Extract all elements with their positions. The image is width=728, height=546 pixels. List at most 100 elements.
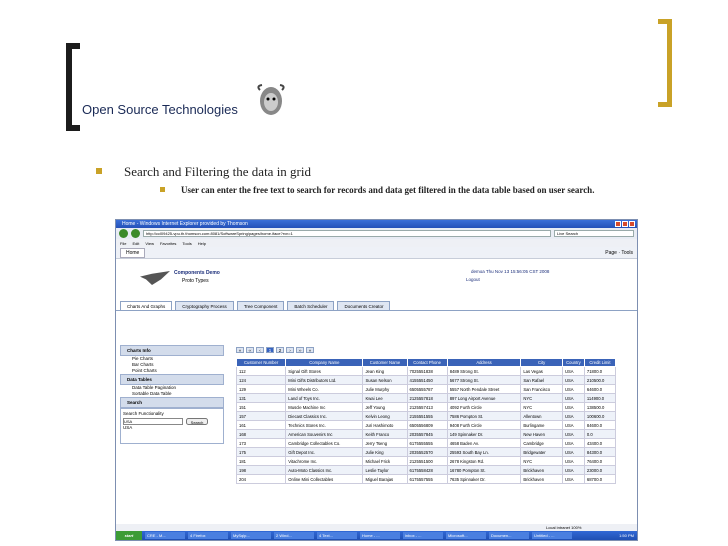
next-page-button[interactable]: › (286, 347, 294, 353)
table-cell: American Souvenirs Inc (285, 429, 364, 439)
table-cell: 5557 North Pendale Street (446, 384, 522, 394)
table-cell: 64600.0 (583, 384, 617, 394)
table-cell: 100600.0 (583, 411, 617, 421)
table-cell: 43400.0 (583, 438, 617, 448)
tab-documents-creator[interactable]: Documents Creator (337, 301, 391, 310)
taskbar-item[interactable]: Untitled - ... (532, 532, 572, 539)
search-input[interactable] (123, 418, 183, 425)
app-tabs: Charts And Graphs Cryptography Process T… (116, 301, 637, 311)
table-cell: Brickhaven (520, 465, 563, 475)
zoom-level[interactable]: 100% (571, 525, 581, 530)
menu-bar: File Edit View Favorites Tools Help (116, 239, 637, 247)
search-header[interactable]: Search (120, 397, 224, 408)
fast-forward-button[interactable]: ›› (296, 347, 304, 353)
left-bracket-decoration (66, 43, 80, 131)
minimize-icon[interactable] (615, 221, 621, 227)
table-row[interactable]: 173 Cambridge Collectables Co. Jerry Tseng… (235, 438, 617, 448)
prev-page-button[interactable]: ‹ (256, 347, 264, 353)
fast-back-button[interactable]: ‹‹ (246, 347, 254, 353)
taskbar-item[interactable]: 2 Wind... (274, 532, 314, 539)
table-cell: San Rafael (520, 375, 563, 385)
taskbar-item[interactable]: Documen... (489, 532, 529, 539)
user-info: demoa Thu Nov 13 15:56:05 CST 2008 (471, 269, 550, 274)
tab-batch-scheduler[interactable]: Batch Scheduler (287, 301, 335, 310)
taskbar-item[interactable]: CRE - M... (145, 532, 185, 539)
slide-title: Open Source Technologies (82, 102, 238, 117)
table-cell: Brickhaven (520, 474, 563, 484)
close-icon[interactable] (629, 221, 635, 227)
column-header[interactable]: Company Name (285, 358, 364, 367)
table-cell: Jerry Tseng (362, 438, 408, 448)
table-cell: NYC (520, 393, 563, 403)
browser-tab-bar: Home Page · Tools (116, 247, 637, 259)
logout-link[interactable]: Logout (466, 277, 480, 282)
taskbar-item[interactable]: 4 Firefox (188, 532, 228, 539)
table-cell: 210500.0 (583, 375, 617, 385)
menu-help[interactable]: Help (198, 241, 206, 246)
column-header[interactable]: Customer Name (362, 358, 408, 367)
column-header[interactable]: Credit Limit (583, 358, 617, 367)
table-row[interactable]: 175 Gift Depot Inc. Julie King 2035552570 25… (235, 447, 617, 457)
back-button[interactable] (119, 229, 128, 238)
last-page-button[interactable]: » (306, 347, 314, 353)
table-cell: San Francisco (520, 384, 563, 394)
status-bar: Local intranet 100% (116, 524, 637, 531)
tab-cryptography[interactable]: Cryptography Process (175, 301, 234, 310)
table-row[interactable]: 181 Vitachrome Inc. Michael Frick 212555150… (235, 456, 617, 466)
table-cell: 6505555787 (406, 384, 448, 394)
column-header[interactable]: Address (446, 358, 522, 367)
menu-file[interactable]: File (120, 241, 126, 246)
first-page-button[interactable]: « (236, 347, 244, 353)
table-row[interactable]: 157 Diecast Classics Inc. Kelvin Leong 2155… (235, 411, 617, 421)
menu-view[interactable]: View (145, 241, 154, 246)
url-input[interactable]: http://ccl09425-vpu.th.thomson.com:8081/… (143, 230, 551, 237)
forward-button[interactable] (131, 229, 140, 238)
table-row[interactable]: 198 Auto-Moto Classics Inc. Leslie Taylor 6… (235, 465, 617, 475)
table-cell: Michael Frick (362, 456, 408, 466)
table-cell: Susan Nelson (362, 375, 408, 385)
taskbar-item[interactable]: Microsoft... (446, 532, 486, 539)
table-cell: 181 (235, 456, 287, 466)
table-row[interactable]: 124 Mini Gifts Distributors Ltd. Susan Nel… (235, 375, 617, 385)
maximize-icon[interactable] (622, 221, 628, 227)
taskbar-item[interactable]: 4 Text... (317, 532, 357, 539)
table-cell: 175 (235, 447, 287, 457)
menu-favorites[interactable]: Favorites (160, 241, 176, 246)
table-cell: Las Vegas (520, 366, 563, 376)
table-row[interactable]: 112 Signal Gift Stores Jean King 7025551838… (235, 366, 617, 376)
browser-tab-home[interactable]: Home (120, 247, 146, 258)
table-row[interactable]: 168 American Souvenirs Inc Keith Franco 203… (235, 429, 617, 439)
taskbar-item[interactable]: MySqlp... (231, 532, 271, 539)
data-tables-header[interactable]: Data Tables (120, 374, 224, 385)
column-header[interactable]: Contact Phone (406, 358, 448, 367)
start-button[interactable]: start (116, 531, 142, 540)
table-cell: 138500.0 (583, 402, 617, 412)
live-search-input[interactable]: Live Search (554, 230, 634, 237)
table-row[interactable]: 151 Muscle Machine Inc Jeff Young 212555741… (235, 402, 617, 412)
page-menu[interactable]: Page (605, 250, 617, 256)
column-header[interactable]: City (520, 358, 563, 367)
tools-menu[interactable]: Tools (621, 250, 633, 256)
menu-edit[interactable]: Edit (132, 241, 139, 246)
column-header[interactable]: Country (561, 358, 585, 367)
table-row[interactable]: 161 Technics Stores Inc. Juri Hashimoto 650… (235, 420, 617, 430)
table-cell: Allentown (520, 411, 563, 421)
table-cell: 204 (235, 474, 287, 484)
taskbar-item[interactable]: inbox - ... (403, 532, 443, 539)
table-row[interactable]: 131 Land of Toys Inc. Kwai Lee 2125557818 89… (235, 393, 617, 403)
column-header[interactable]: Customer Number (235, 358, 287, 367)
taskbar-item[interactable]: Home - ... (360, 532, 400, 539)
page-2[interactable]: 2 (276, 347, 284, 353)
tab-tree-component[interactable]: Tree Component (236, 301, 285, 310)
table-row[interactable]: 204 Online Mini Collectables Miguel Baraja… (235, 474, 617, 484)
tab-charts-and-graphs[interactable]: Charts And Graphs (120, 301, 173, 310)
table-cell: 68700.0 (583, 474, 617, 484)
table-cell: Julie Murphy (362, 384, 408, 394)
table-row[interactable]: 129 Mini Wheels Co. Julie Murphy 6505555787… (235, 384, 617, 394)
table-cell: USA (561, 375, 585, 385)
page-1[interactable]: 1 (266, 347, 274, 353)
charts-info-header[interactable]: Charts Info (120, 345, 224, 356)
table-cell: Muscle Machine Inc (285, 402, 364, 412)
search-button[interactable]: Search (186, 418, 208, 425)
menu-tools[interactable]: Tools (182, 241, 191, 246)
